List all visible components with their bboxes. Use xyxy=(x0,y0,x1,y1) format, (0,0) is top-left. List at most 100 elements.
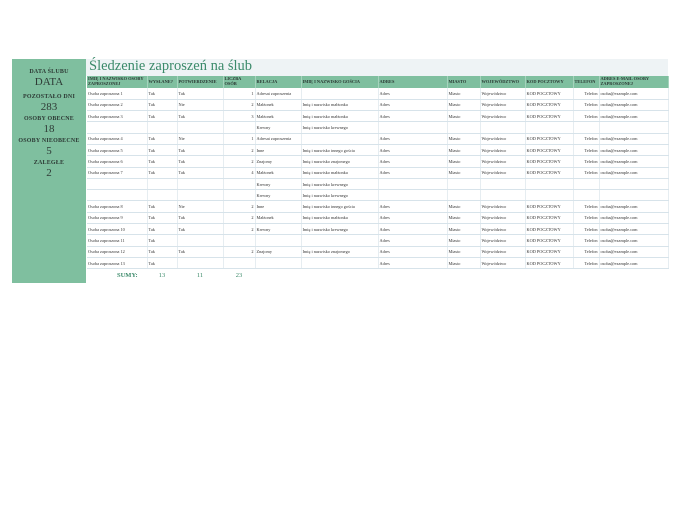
cell-sent[interactable]: Tak xyxy=(147,246,178,258)
column-header-city[interactable]: MIASTO xyxy=(447,76,481,88)
cell-phone[interactable]: Telefon xyxy=(573,223,600,236)
cell-email[interactable] xyxy=(599,121,669,134)
cell-guest-name[interactable]: Imię i nazwisko innego gościa xyxy=(301,200,379,213)
cell-confirmation[interactable] xyxy=(177,121,224,134)
cell-postal-code[interactable] xyxy=(525,189,574,202)
column-header-invitee-name[interactable]: IMIĘ I NAZWISKO OSOBY ZAPROSZONEJ xyxy=(87,76,148,88)
cell-guest-count[interactable]: 2 xyxy=(223,99,256,112)
cell-relation[interactable]: Inne xyxy=(255,200,302,213)
cell-guest-name[interactable]: Imię i nazwisko małżonka xyxy=(301,99,379,112)
cell-invitee-name[interactable]: Osoba zaproszona 1 xyxy=(87,88,148,100)
cell-sent[interactable]: Tak xyxy=(147,133,178,145)
cell-guest-count[interactable]: 2 xyxy=(223,223,256,236)
cell-city[interactable] xyxy=(447,178,481,191)
cell-province[interactable]: Województwo xyxy=(480,88,526,100)
cell-invitee-name[interactable] xyxy=(87,178,148,191)
cell-province[interactable] xyxy=(480,121,526,134)
cell-invitee-name[interactable]: Osoba zaproszona 13 xyxy=(87,257,148,270)
cell-sent[interactable]: Tak xyxy=(147,234,178,247)
cell-confirmation[interactable]: Tak xyxy=(177,246,224,258)
cell-guest-name[interactable]: Imię i nazwisko znajomego xyxy=(301,155,379,168)
column-header-guest-count[interactable]: LICZBA OSÓB xyxy=(223,76,256,88)
cell-sent[interactable]: Tak xyxy=(147,200,178,213)
cell-confirmation[interactable]: Tak xyxy=(177,223,224,236)
cell-sent[interactable] xyxy=(147,189,178,202)
cell-relation[interactable]: Małżonek xyxy=(255,110,302,123)
cell-postal-code[interactable]: KOD POCZTOWY xyxy=(525,212,574,225)
cell-guest-count[interactable]: 3 xyxy=(223,110,256,123)
cell-address[interactable]: Adres xyxy=(378,99,448,112)
cell-guest-count[interactable]: 2 xyxy=(223,200,256,213)
cell-city[interactable]: Miasto xyxy=(447,155,481,168)
cell-address[interactable]: Adres xyxy=(378,234,448,247)
cell-sent[interactable]: Tak xyxy=(147,155,178,168)
cell-guest-name[interactable]: Imię i nazwisko znajomego xyxy=(301,246,379,258)
cell-email[interactable]: osoba@example.com xyxy=(599,133,669,145)
cell-guest-count[interactable]: 2 xyxy=(223,144,256,157)
cell-province[interactable]: Województwo xyxy=(480,212,526,225)
cell-relation[interactable]: Krewny xyxy=(255,189,302,202)
cell-confirmation[interactable] xyxy=(177,257,224,270)
cell-guest-count[interactable] xyxy=(223,178,256,191)
cell-invitee-name[interactable]: Osoba zaproszona 4 xyxy=(87,133,148,145)
cell-invitee-name[interactable]: Osoba zaproszona 6 xyxy=(87,155,148,168)
cell-relation[interactable]: Krewny xyxy=(255,223,302,236)
cell-address[interactable]: Adres xyxy=(378,212,448,225)
cell-guest-name[interactable]: Imię i nazwisko małżonka xyxy=(301,167,379,179)
cell-email[interactable]: osoba@example.com xyxy=(599,110,669,123)
cell-phone[interactable]: Telefon xyxy=(573,133,600,145)
wedding-date-value[interactable]: DATA xyxy=(12,76,86,88)
cell-city[interactable]: Miasto xyxy=(447,99,481,112)
cell-city[interactable]: Miasto xyxy=(447,257,481,270)
page-title[interactable]: Śledzenie zaproszeń na ślub xyxy=(89,58,252,75)
cell-guest-count[interactable] xyxy=(223,257,256,270)
cell-confirmation[interactable]: Nie xyxy=(177,200,224,213)
cell-confirmation[interactable] xyxy=(177,178,224,191)
cell-city[interactable]: Miasto xyxy=(447,223,481,236)
column-header-confirmation[interactable]: POTWIERDZENIE xyxy=(177,76,224,88)
cell-city[interactable]: Miasto xyxy=(447,133,481,145)
cell-address[interactable]: Adres xyxy=(378,144,448,157)
cell-confirmation[interactable]: Nie xyxy=(177,133,224,145)
cell-province[interactable]: Województwo xyxy=(480,110,526,123)
cell-postal-code[interactable]: KOD POCZTOWY xyxy=(525,88,574,100)
cell-phone[interactable]: Telefon xyxy=(573,167,600,179)
cell-city[interactable] xyxy=(447,189,481,202)
cell-confirmation[interactable]: Tak xyxy=(177,88,224,100)
cell-province[interactable]: Województwo xyxy=(480,99,526,112)
cell-invitee-name[interactable]: Osoba zaproszona 11 xyxy=(87,234,148,247)
cell-guest-count[interactable]: 2 xyxy=(223,212,256,225)
cell-relation[interactable]: Znajomy xyxy=(255,155,302,168)
cell-invitee-name[interactable] xyxy=(87,189,148,202)
cell-city[interactable]: Miasto xyxy=(447,88,481,100)
cell-email[interactable]: osoba@example.com xyxy=(599,246,669,258)
cell-sent[interactable] xyxy=(147,121,178,134)
cell-postal-code[interactable]: KOD POCZTOWY xyxy=(525,200,574,213)
cell-sent[interactable]: Tak xyxy=(147,223,178,236)
cell-postal-code[interactable] xyxy=(525,178,574,191)
cell-phone[interactable]: Telefon xyxy=(573,200,600,213)
cell-address[interactable] xyxy=(378,178,448,191)
cell-confirmation[interactable]: Tak xyxy=(177,110,224,123)
cell-invitee-name[interactable]: Osoba zaproszona 9 xyxy=(87,212,148,225)
column-header-province[interactable]: WOJEWÓDZTWO xyxy=(480,76,526,88)
cell-phone[interactable]: Telefon xyxy=(573,144,600,157)
cell-invitee-name[interactable]: Osoba zaproszona 12 xyxy=(87,246,148,258)
cell-postal-code[interactable]: KOD POCZTOWY xyxy=(525,234,574,247)
cell-relation[interactable]: Krewny xyxy=(255,121,302,134)
column-header-address[interactable]: ADRES xyxy=(378,76,448,88)
cell-relation[interactable]: Adresat zaproszenia xyxy=(255,133,302,145)
cell-province[interactable]: Województwo xyxy=(480,246,526,258)
cell-invitee-name[interactable]: Osoba zaproszona 8 xyxy=(87,200,148,213)
cell-guest-name[interactable] xyxy=(301,133,379,145)
cell-city[interactable]: Miasto xyxy=(447,110,481,123)
cell-guest-count[interactable]: 2 xyxy=(223,246,256,258)
cell-address[interactable] xyxy=(378,189,448,202)
column-header-email[interactable]: ADRES E-MAIL OSOBY ZAPROSZONEJ xyxy=(599,76,669,88)
cell-province[interactable] xyxy=(480,178,526,191)
cell-postal-code[interactable]: KOD POCZTOWY xyxy=(525,167,574,179)
cell-phone[interactable]: Telefon xyxy=(573,155,600,168)
cell-invitee-name[interactable]: Osoba zaproszona 2 xyxy=(87,99,148,112)
cell-sent[interactable]: Tak xyxy=(147,257,178,270)
cell-province[interactable]: Województwo xyxy=(480,155,526,168)
